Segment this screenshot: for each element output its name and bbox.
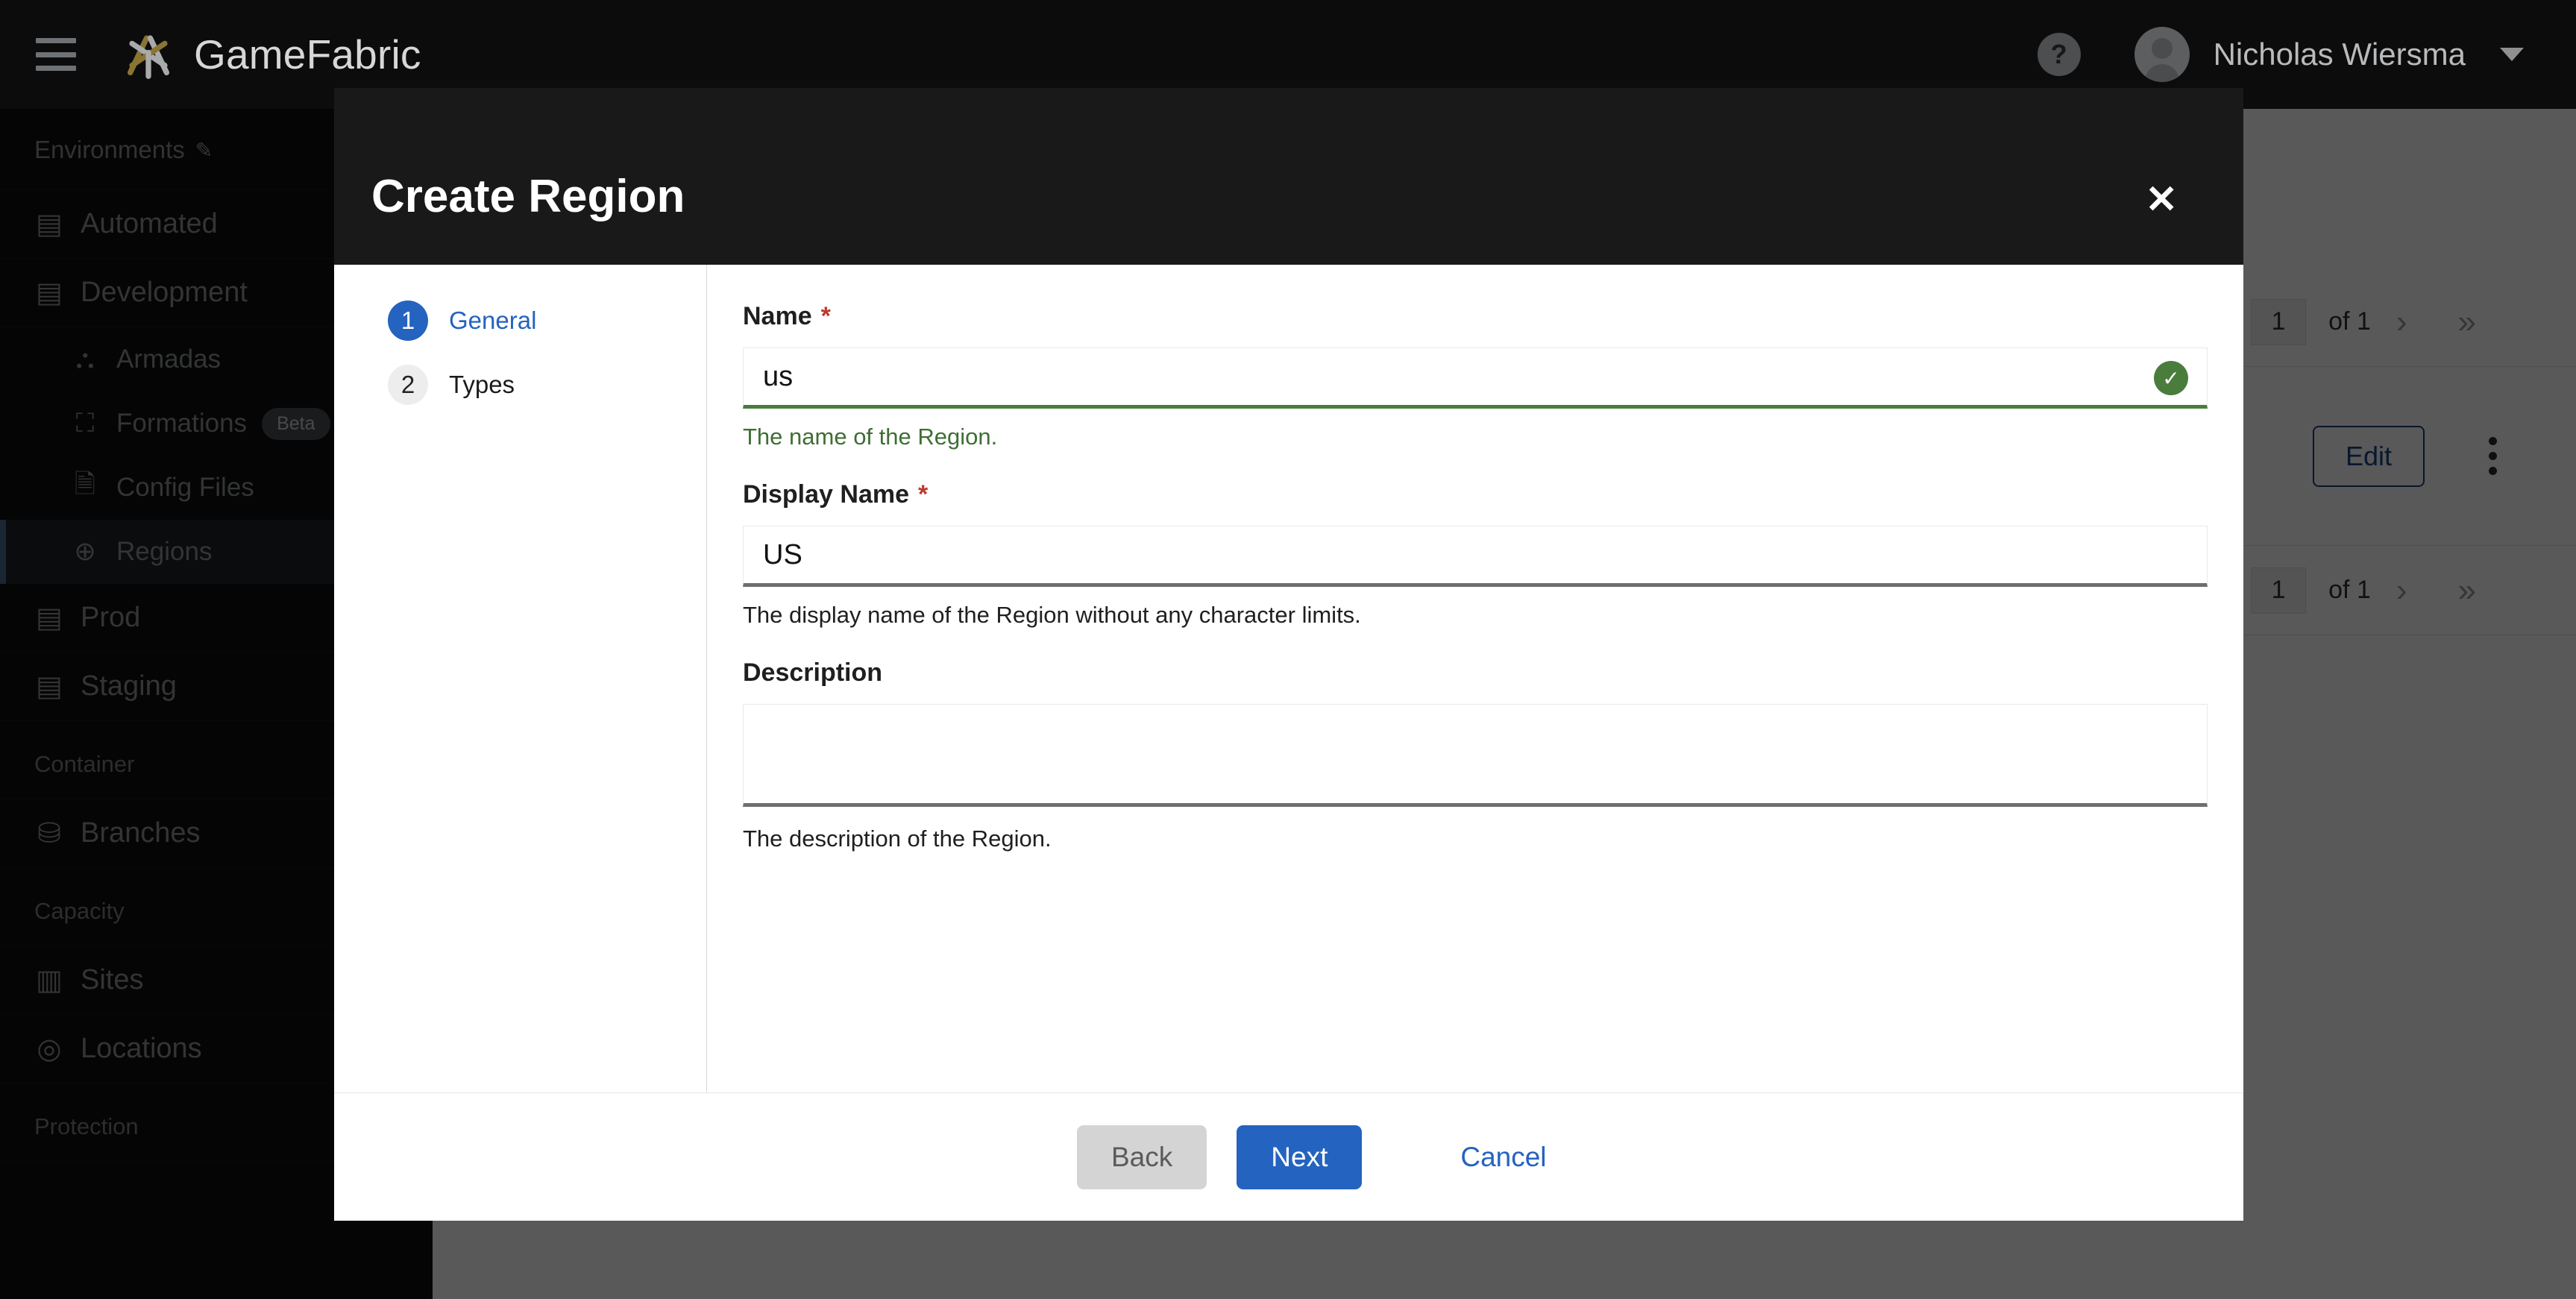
- modal-header: Create Region ✕: [334, 88, 2243, 265]
- valid-check-icon: ✓: [2154, 361, 2188, 395]
- display-name-hint: The display name of the Region without a…: [743, 602, 1361, 628]
- step-number: 2: [388, 365, 428, 405]
- close-icon[interactable]: ✕: [2145, 180, 2178, 219]
- display-name-label: Display Name *: [743, 480, 2208, 509]
- cancel-button[interactable]: Cancel: [1426, 1125, 1580, 1189]
- description-hint: The description of the Region.: [743, 825, 1052, 852]
- create-region-modal: Create Region ✕ 1 General 2 Types Name *: [334, 88, 2243, 1221]
- brand-name: GameFabric: [194, 31, 421, 78]
- required-marker: *: [918, 480, 929, 509]
- help-icon[interactable]: ?: [2037, 33, 2081, 76]
- description-label: Description: [743, 658, 2208, 688]
- step-general[interactable]: 1 General: [388, 301, 706, 341]
- display-name-label-text: Display Name: [743, 480, 909, 509]
- name-input[interactable]: [743, 347, 2208, 409]
- avatar[interactable]: [2134, 27, 2190, 82]
- step-label: General: [449, 306, 537, 334]
- name-input-wrap: ✓: [743, 347, 2208, 409]
- step-navigation: 1 General 2 Types: [334, 265, 707, 1092]
- description-label-text: Description: [743, 658, 883, 687]
- description-input[interactable]: [743, 704, 2208, 807]
- description-field-group: Description The description of the Regio…: [743, 658, 2208, 852]
- display-name-input-wrap: [743, 526, 2208, 587]
- brand[interactable]: GameFabric: [119, 25, 421, 84]
- app-root: ‹ 1 of 1 › » Edit ‹ 1 of 1 › » Environme…: [0, 0, 2576, 1299]
- general-form: Name * ✓ The name of the Region. Display …: [707, 265, 2243, 1092]
- display-name-field-group: Display Name * The display name of the Re…: [743, 480, 2208, 629]
- top-bar-right: ? Nicholas Wiersma: [2037, 27, 2524, 82]
- required-marker: *: [820, 302, 831, 330]
- name-field-group: Name * ✓ The name of the Region.: [743, 302, 2208, 450]
- modal-footer: Back Next Cancel: [334, 1092, 2243, 1221]
- step-label: Types: [449, 371, 515, 398]
- gamefabric-logo-icon: [127, 35, 170, 79]
- name-hint: The name of the Region.: [743, 424, 998, 450]
- chevron-down-icon[interactable]: [2500, 48, 2524, 61]
- name-label-text: Name: [743, 302, 812, 330]
- back-button[interactable]: Back: [1077, 1125, 1207, 1189]
- step-types[interactable]: 2 Types: [388, 365, 706, 405]
- hamburger-menu-icon[interactable]: [36, 38, 76, 71]
- display-name-input[interactable]: [743, 526, 2208, 587]
- name-label: Name *: [743, 302, 2208, 331]
- modal-body: 1 General 2 Types Name* ✓ Th: [334, 265, 2243, 1092]
- next-button[interactable]: Next: [1237, 1125, 1363, 1189]
- page-title: Create Region: [371, 171, 685, 222]
- user-name-label: Nicholas Wiersma: [2213, 37, 2466, 72]
- step-number: 1: [388, 301, 428, 341]
